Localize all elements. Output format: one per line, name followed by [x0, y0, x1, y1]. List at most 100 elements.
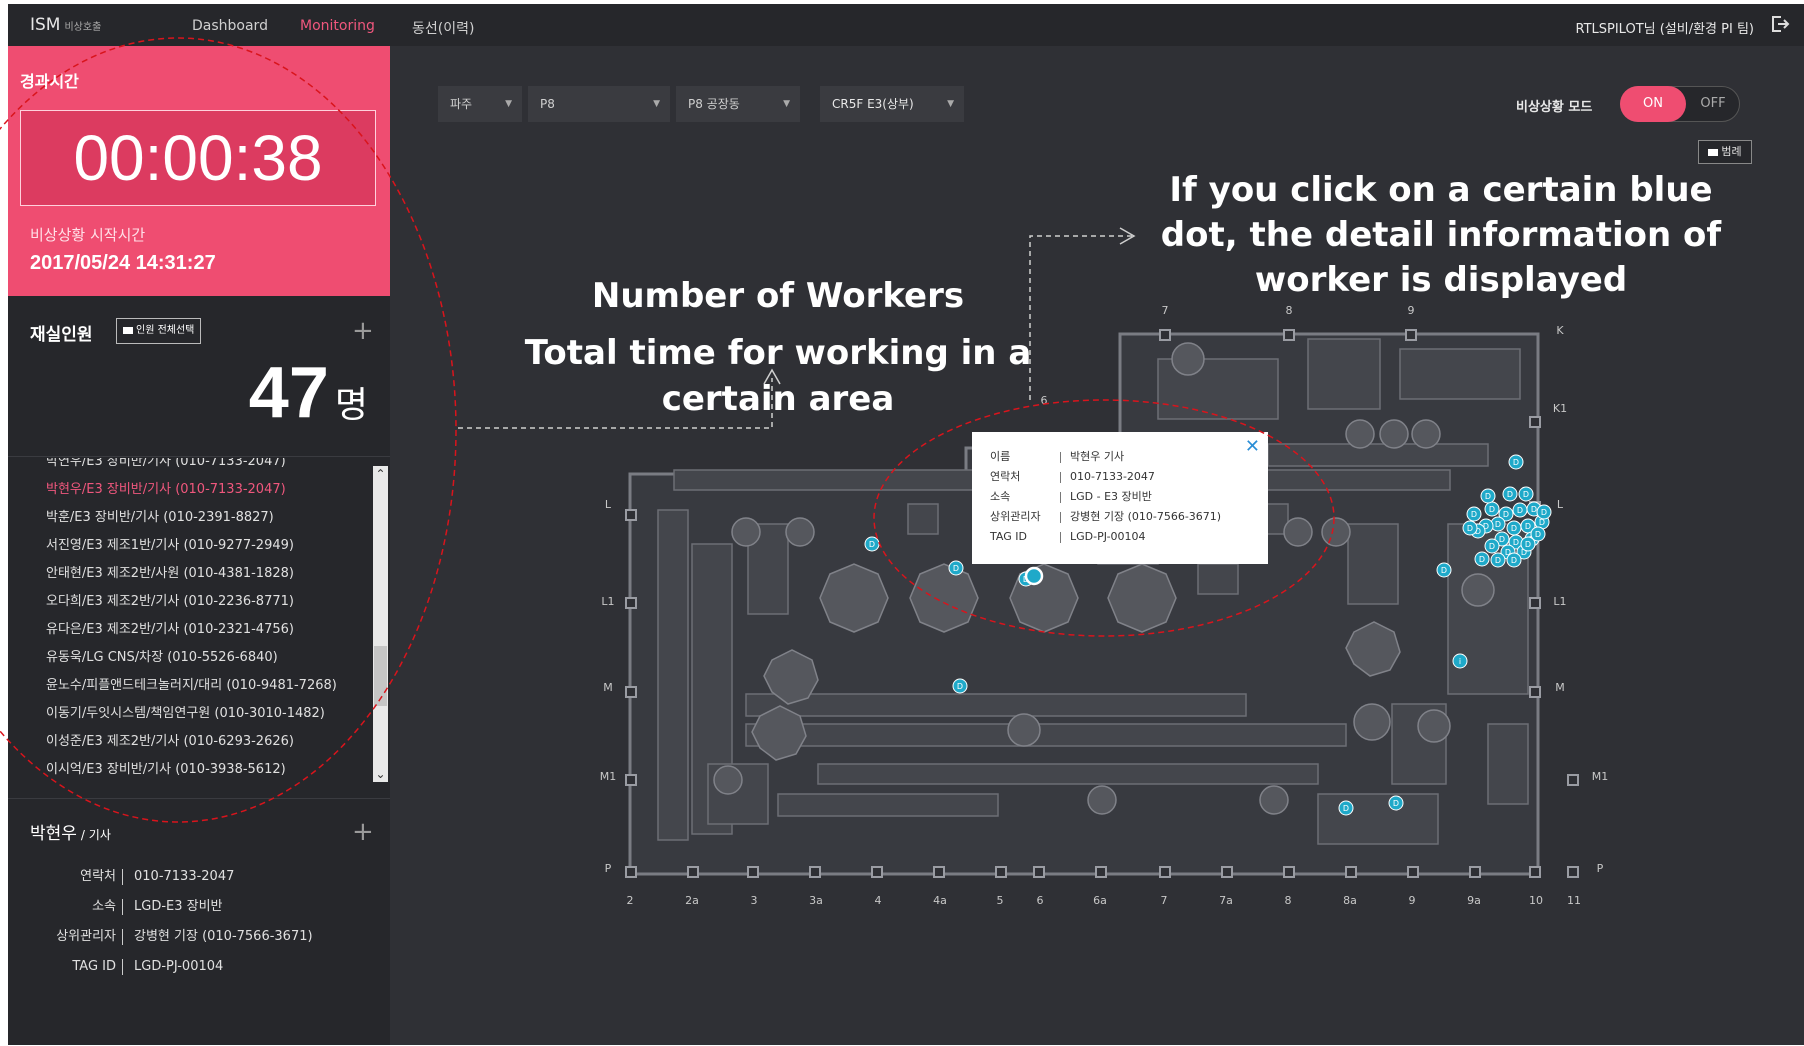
detail-plus-icon[interactable]: + — [352, 819, 374, 845]
detail-key: 연락처 — [80, 869, 116, 884]
annotation-time: Total time for working in a certain area — [524, 333, 1032, 419]
scrollbar-thumb[interactable] — [374, 646, 387, 706]
legend-button[interactable]: 범례 — [1698, 140, 1752, 164]
grid-label: 7 — [1162, 304, 1169, 317]
grid-label: 9 — [1408, 304, 1415, 317]
worker-list-item[interactable]: 유다은/E3 제조2반/기사 (010-2321-4756) — [46, 618, 294, 642]
worker-dot[interactable] — [1480, 488, 1496, 504]
worker-dot[interactable] — [1436, 562, 1452, 578]
worker-dot[interactable] — [1466, 506, 1482, 522]
select-all-button[interactable]: 인원 전체선택 — [116, 318, 202, 344]
worker-list-item[interactable]: 안태현/E3 제조2반/사원 (010-4381-1828) — [46, 562, 294, 586]
elapsed-timer: 00:00:38 — [20, 110, 376, 206]
worker-dot[interactable] — [1508, 454, 1524, 470]
elapsed-time-panel: 경과시간 00:00:38 비상상황 시작시간 2017/05/24 14:31… — [8, 46, 390, 296]
popup-key: 상위관리자 — [990, 510, 1041, 523]
worker-dot[interactable] — [1490, 552, 1506, 568]
left-panel: 경과시간 00:00:38 비상상황 시작시간 2017/05/24 14:31… — [8, 46, 390, 1045]
detail-row-contact: 연락처 010-7133-2047 — [8, 867, 390, 887]
worker-dot[interactable] — [948, 560, 964, 576]
worker-info-popup: ✕ 이름 박현우 기사 연락처 010-7133-2047 소속 LGD - E3 장… — [972, 432, 1268, 564]
worker-dot[interactable] — [1520, 536, 1536, 552]
worker-dot[interactable] — [1536, 504, 1552, 520]
detail-key: 상위관리자 — [56, 929, 116, 944]
detail-row-dept: 소속 LGD-E3 장비반 — [8, 897, 390, 917]
worker-list-item[interactable]: 이시억/E3 장비반/기사 (010-3938-5612) — [46, 758, 286, 782]
popup-value: 강병현 기장 (010-7566-3671) — [1070, 510, 1222, 523]
mode-off-button[interactable]: OFF — [1687, 87, 1739, 121]
filter-floor[interactable]: CR5F E3(상부) ▼ — [820, 86, 964, 122]
worker-list-item[interactable]: 유동욱/LG CNS/차장 (010-5526-6840) — [46, 646, 278, 670]
worker-detail-panel: 박현우 / 기사 + 연락처 010-7133-2047 소속 LGD-E3 장비반 … — [8, 798, 390, 1046]
worker-dot[interactable] — [1502, 486, 1518, 502]
start-time-value: 2017/05/24 14:31:27 — [30, 252, 216, 274]
chevron-down-icon: ▼ — [783, 99, 790, 109]
grid-label: 3 — [751, 894, 758, 907]
popup-value: LGD - E3 장비반 — [1070, 490, 1152, 503]
grid-label: 6a — [1093, 894, 1107, 907]
worker-dot[interactable] — [1338, 800, 1354, 816]
worker-dot[interactable] — [1506, 520, 1522, 536]
worker-list-scrollbar[interactable]: ⌃ ⌄ — [373, 466, 388, 782]
filter-plant[interactable]: P8 ▼ — [528, 86, 670, 122]
detail-separator — [122, 929, 123, 945]
worker-dot[interactable] — [1484, 501, 1500, 517]
worker-dot[interactable] — [1388, 795, 1404, 811]
grid-label: 3a — [809, 894, 823, 907]
nav-dashboard[interactable]: Dashboard — [192, 18, 268, 34]
worker-dot[interactable] — [864, 536, 880, 552]
worker-dot[interactable] — [1452, 653, 1468, 669]
nav-history[interactable]: 동선(이력) — [412, 18, 474, 38]
worker-dot[interactable] — [1506, 552, 1522, 568]
grid-label: 9 — [1409, 894, 1416, 907]
grid-label: L1 — [1553, 595, 1566, 608]
worker-dot[interactable] — [1462, 520, 1478, 536]
logo-subtitle: 비상호출 — [64, 22, 102, 33]
popup-separator — [1060, 472, 1061, 483]
grid-label: 8a — [1343, 894, 1357, 907]
filter-site-label: 파주 — [450, 97, 473, 111]
worker-dot[interactable] — [1484, 538, 1500, 554]
detail-row-manager: 상위관리자 강병현 기장 (010-7566-3671) — [8, 927, 390, 947]
logout-icon[interactable] — [1770, 14, 1790, 34]
grid-label: 2 — [627, 894, 634, 907]
popup-key: 이름 — [990, 450, 1011, 463]
nav-monitoring[interactable]: Monitoring — [300, 18, 375, 34]
close-icon[interactable]: ✕ — [1245, 436, 1260, 457]
grid-label: L — [605, 498, 612, 511]
popup-key: TAG ID — [990, 530, 1027, 543]
worker-list-item[interactable]: 이동기/두잇시스템/책임연구원 (010-3010-1482) — [46, 702, 325, 726]
worker-dot[interactable] — [1518, 486, 1534, 502]
worker-list-item[interactable]: 박현우/E3 장비반/기사 (010-7133-2047) — [46, 478, 286, 502]
worker-list-item[interactable]: 이성준/E3 제조2반/기사 (010-6293-2626) — [46, 730, 294, 754]
filter-site[interactable]: 파주 ▼ — [438, 86, 522, 122]
worker-list-item[interactable]: 서진영/E3 제조1반/기사 (010-9277-2949) — [46, 534, 294, 558]
legend-label: 범례 — [1721, 145, 1742, 158]
elapsed-label: 경과시간 — [20, 72, 79, 91]
grid-label: 10 — [1529, 894, 1543, 907]
chevron-down-icon: ▼ — [505, 99, 512, 109]
scroll-up-icon[interactable]: ⌃ — [373, 466, 388, 482]
annotation-workers: Number of Workers — [591, 276, 965, 316]
worker-list: 박연우/E3 장비반/기사 (010-7133-2047) 박현우/E3 장비반/… — [8, 458, 390, 784]
comment-icon — [1708, 148, 1719, 156]
worker-dot[interactable] — [1474, 551, 1490, 567]
grid-label: P — [1597, 862, 1604, 875]
grid-label: 8 — [1285, 894, 1292, 907]
mode-on-button[interactable]: ON — [1620, 86, 1686, 122]
grid-label: M1 — [1592, 770, 1609, 783]
worker-list-item[interactable]: 윤노수/피플앤드테크놀러지/대리 (010-9481-7268) — [46, 674, 337, 698]
worker-dot[interactable] — [952, 678, 968, 694]
worker-list-item[interactable]: 박훈/E3 장비반/기사 (010-2391-8827) — [46, 506, 274, 530]
filter-building[interactable]: P8 공장동 ▼ — [676, 86, 800, 122]
app-logo[interactable]: ISM 비상호출 — [30, 15, 101, 35]
app-window: ISM 비상호출 Dashboard Monitoring 동선(이력) RTLS… — [8, 4, 1804, 1045]
emergency-mode-toggle[interactable]: ON OFF — [1620, 86, 1740, 122]
selected-worker-dot[interactable] — [1024, 566, 1044, 586]
worker-dot[interactable] — [1512, 502, 1528, 518]
scroll-down-icon[interactable]: ⌄ — [373, 766, 388, 782]
worker-list-item[interactable]: 박연우/E3 장비반/기사 (010-7133-2047) — [46, 458, 286, 474]
occupancy-title: 재실인원 — [30, 325, 93, 345]
worker-list-item[interactable]: 오다희/E3 제조2반/기사 (010-2236-8771) — [46, 590, 294, 614]
expand-plus-icon[interactable]: + — [352, 318, 374, 344]
